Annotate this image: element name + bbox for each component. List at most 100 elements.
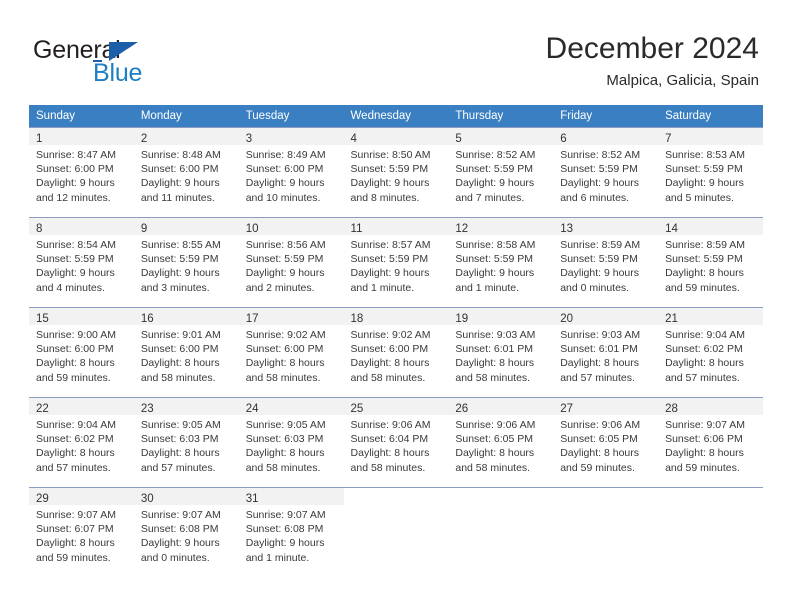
day-detail-lines: Sunrise: 9:03 AM Sunset: 6:01 PM Daylight:… xyxy=(448,325,553,385)
sunset-text: Sunset: 6:06 PM xyxy=(665,433,743,446)
day-cell-inner: 7 Sunrise: 8:53 AM Sunset: 5:59 PM Daylight… xyxy=(658,127,763,217)
calendar-day-cell[interactable]: 21 Sunrise: 9:04 AM Sunset: 6:02 PM Dayligh… xyxy=(658,307,763,397)
day-detail-lines xyxy=(344,505,449,508)
day-detail-lines: Sunrise: 9:05 AM Sunset: 6:03 PM Daylight:… xyxy=(134,415,239,475)
day-number: 17 xyxy=(245,313,259,325)
day-detail-lines: Sunrise: 8:52 AM Sunset: 5:59 PM Daylight:… xyxy=(553,145,658,205)
calendar-day-cell[interactable]: 22 Sunrise: 9:04 AM Sunset: 6:02 PM Dayligh… xyxy=(29,397,134,487)
calendar-day-cell[interactable]: 2 Sunrise: 8:48 AM Sunset: 6:00 PM Daylight… xyxy=(133,127,239,217)
daylight-text-line-2: and 6 minutes. xyxy=(560,191,630,204)
sunrise-text: Sunrise: 9:02 AM xyxy=(245,329,326,341)
calendar-day-cell[interactable]: 6 Sunrise: 8:52 AM Sunset: 5:59 PM Daylight… xyxy=(553,127,659,217)
calendar-day-cell[interactable]: 7 Sunrise: 8:53 AM Sunset: 5:59 PM Daylight… xyxy=(658,127,763,217)
calendar-day-cell[interactable]: 11 Sunrise: 8:57 AM Sunset: 5:59 PM Dayligh… xyxy=(343,217,449,307)
calendar-day-cell[interactable]: 14 Sunrise: 8:59 AM Sunset: 5:59 PM Dayligh… xyxy=(658,217,763,307)
daylight-text-line-2: and 58 minutes. xyxy=(455,371,531,384)
daylight-text-line-2: and 57 minutes. xyxy=(560,371,635,384)
day-detail-lines: Sunrise: 8:53 AM Sunset: 5:59 PM Daylight:… xyxy=(658,145,763,205)
calendar-day-cell[interactable]: 20 Sunrise: 9:03 AM Sunset: 6:01 PM Dayligh… xyxy=(553,307,659,397)
calendar-day-cell[interactable]: 27 Sunrise: 9:06 AM Sunset: 6:05 PM Dayligh… xyxy=(553,397,659,487)
calendar-day-cell[interactable]: 5 Sunrise: 8:52 AM Sunset: 5:59 PM Daylight… xyxy=(448,127,554,217)
sunset-text: Sunset: 5:59 PM xyxy=(455,253,534,266)
sunrise-text: Sunrise: 9:07 AM xyxy=(245,509,326,521)
calendar-day-cell[interactable]: 1 Sunrise: 8:47 AM Sunset: 6:00 PM Daylight… xyxy=(29,127,134,217)
calendar-day-cell[interactable]: 30 Sunrise: 9:07 AM Sunset: 6:08 PM Dayligh… xyxy=(133,487,239,577)
day-number-band: 15 xyxy=(29,308,134,325)
sunrise-text: Sunrise: 9:04 AM xyxy=(665,329,746,341)
calendar-cell-empty xyxy=(553,487,659,577)
day-number-band: 14 xyxy=(658,218,763,235)
calendar-day-cell[interactable]: 19 Sunrise: 9:03 AM Sunset: 6:01 PM Dayligh… xyxy=(448,307,554,397)
daylight-text-line-2: and 5 minutes. xyxy=(665,191,734,204)
calendar-day-cell[interactable]: 13 Sunrise: 8:59 AM Sunset: 5:59 PM Dayligh… xyxy=(553,217,659,307)
daylight-text-line-1: Daylight: 8 hours xyxy=(36,357,115,370)
weekday-header-row: Sunday Monday Tuesday Wednesday Thursday… xyxy=(29,105,763,127)
daylight-text-line-2: and 1 minute. xyxy=(350,281,415,294)
daylight-text-line-1: Daylight: 9 hours xyxy=(560,177,640,190)
day-detail-lines: Sunrise: 9:00 AM Sunset: 6:00 PM Daylight:… xyxy=(29,325,134,385)
calendar-day-cell[interactable]: 9 Sunrise: 8:55 AM Sunset: 5:59 PM Daylight… xyxy=(133,217,239,307)
daylight-text-line-1: Daylight: 9 hours xyxy=(245,177,325,190)
sunrise-text: Sunrise: 9:01 AM xyxy=(140,329,221,341)
day-cell-inner xyxy=(553,487,659,577)
calendar-day-cell[interactable]: 4 Sunrise: 8:50 AM Sunset: 5:59 PM Daylight… xyxy=(343,127,449,217)
calendar-day-cell[interactable]: 8 Sunrise: 8:54 AM Sunset: 5:59 PM Daylight… xyxy=(29,217,134,307)
day-number-band: 19 xyxy=(448,308,554,325)
calendar-day-cell[interactable]: 25 Sunrise: 9:06 AM Sunset: 6:04 PM Dayligh… xyxy=(343,397,449,487)
calendar-day-cell[interactable]: 24 Sunrise: 9:05 AM Sunset: 6:03 PM Dayligh… xyxy=(238,397,344,487)
sunset-text: Sunset: 5:59 PM xyxy=(560,163,638,176)
calendar-day-cell[interactable]: 12 Sunrise: 8:58 AM Sunset: 5:59 PM Dayligh… xyxy=(448,217,554,307)
calendar-day-cell[interactable]: 28 Sunrise: 9:07 AM Sunset: 6:06 PM Dayligh… xyxy=(658,397,763,487)
sunrise-text: Sunrise: 9:06 AM xyxy=(350,419,431,431)
day-detail-lines xyxy=(448,505,553,508)
day-number-band xyxy=(553,488,658,505)
daylight-text-line-1: Daylight: 8 hours xyxy=(36,537,115,550)
calendar-day-cell[interactable]: 17 Sunrise: 9:02 AM Sunset: 6:00 PM Dayligh… xyxy=(238,307,344,397)
day-cell-inner: 10 Sunrise: 8:56 AM Sunset: 5:59 PM Dayligh… xyxy=(238,217,344,307)
sunset-text: Sunset: 5:59 PM xyxy=(350,163,429,176)
calendar-day-cell[interactable]: 18 Sunrise: 9:02 AM Sunset: 6:00 PM Dayligh… xyxy=(343,307,449,397)
day-cell-inner: 28 Sunrise: 9:07 AM Sunset: 6:06 PM Dayligh… xyxy=(658,397,763,487)
day-number-band: 18 xyxy=(343,308,449,325)
sunrise-text: Sunrise: 8:52 AM xyxy=(455,149,536,161)
day-cell-inner: 16 Sunrise: 9:01 AM Sunset: 6:00 PM Dayligh… xyxy=(133,307,239,397)
day-detail-lines: Sunrise: 9:07 AM Sunset: 6:08 PM Daylight:… xyxy=(134,505,239,565)
calendar-page: General Blue December 2024 Malpica, Gali… xyxy=(0,0,792,612)
sunrise-text: Sunrise: 8:56 AM xyxy=(245,239,326,251)
sunrise-text: Sunrise: 9:07 AM xyxy=(665,419,746,431)
calendar-day-cell[interactable]: 15 Sunrise: 9:00 AM Sunset: 6:00 PM Dayligh… xyxy=(29,307,134,397)
calendar-day-cell[interactable]: 23 Sunrise: 9:05 AM Sunset: 6:03 PM Dayligh… xyxy=(133,397,239,487)
daylight-text-line-2: and 7 minutes. xyxy=(455,191,525,204)
day-number: 7 xyxy=(665,133,672,145)
calendar-week-row: 22 Sunrise: 9:04 AM Sunset: 6:02 PM Dayligh… xyxy=(29,397,763,487)
weekday-header-thursday: Thursday xyxy=(448,105,554,127)
calendar-day-cell[interactable]: 3 Sunrise: 8:49 AM Sunset: 6:00 PM Daylight… xyxy=(238,127,344,217)
day-number: 13 xyxy=(560,223,574,235)
daylight-text-line-2: and 58 minutes. xyxy=(350,461,426,474)
sunset-text: Sunset: 6:02 PM xyxy=(36,433,114,446)
calendar-day-cell[interactable]: 31 Sunrise: 9:07 AM Sunset: 6:08 PM Dayligh… xyxy=(238,487,344,577)
day-number-band: 6 xyxy=(553,128,659,145)
day-cell-inner: 9 Sunrise: 8:55 AM Sunset: 5:59 PM Daylight… xyxy=(133,217,239,307)
daylight-text-line-2: and 1 minute. xyxy=(245,551,310,564)
day-detail-lines: Sunrise: 9:07 AM Sunset: 6:08 PM Daylight:… xyxy=(239,505,344,565)
day-detail-lines: Sunrise: 9:04 AM Sunset: 6:02 PM Daylight:… xyxy=(658,325,763,385)
calendar-day-cell[interactable]: 26 Sunrise: 9:06 AM Sunset: 6:05 PM Dayligh… xyxy=(448,397,554,487)
daylight-text-line-1: Daylight: 8 hours xyxy=(665,267,744,280)
day-number-band: 11 xyxy=(343,218,449,235)
daylight-text-line-1: Daylight: 8 hours xyxy=(560,447,640,460)
calendar-day-cell[interactable]: 10 Sunrise: 8:56 AM Sunset: 5:59 PM Dayligh… xyxy=(238,217,344,307)
day-cell-inner: 4 Sunrise: 8:50 AM Sunset: 5:59 PM Daylight… xyxy=(343,127,449,217)
general-blue-logo[interactable]: General Blue xyxy=(33,36,263,92)
calendar-day-cell[interactable]: 16 Sunrise: 9:01 AM Sunset: 6:00 PM Dayligh… xyxy=(133,307,239,397)
day-number-band: 7 xyxy=(658,128,763,145)
calendar-week-row: 1 Sunrise: 8:47 AM Sunset: 6:00 PM Daylight… xyxy=(29,127,763,217)
calendar-day-cell[interactable]: 29 Sunrise: 9:07 AM Sunset: 6:07 PM Dayligh… xyxy=(29,487,134,577)
day-number-band xyxy=(448,488,553,505)
sunset-text: Sunset: 5:59 PM xyxy=(140,253,219,266)
day-cell-inner: 3 Sunrise: 8:49 AM Sunset: 6:00 PM Daylight… xyxy=(238,127,344,217)
day-cell-inner: 20 Sunrise: 9:03 AM Sunset: 6:01 PM Dayligh… xyxy=(553,307,659,397)
day-cell-inner: 22 Sunrise: 9:04 AM Sunset: 6:02 PM Dayligh… xyxy=(29,397,134,487)
sunrise-text: Sunrise: 8:47 AM xyxy=(36,149,116,161)
day-number-band: 2 xyxy=(133,128,239,145)
